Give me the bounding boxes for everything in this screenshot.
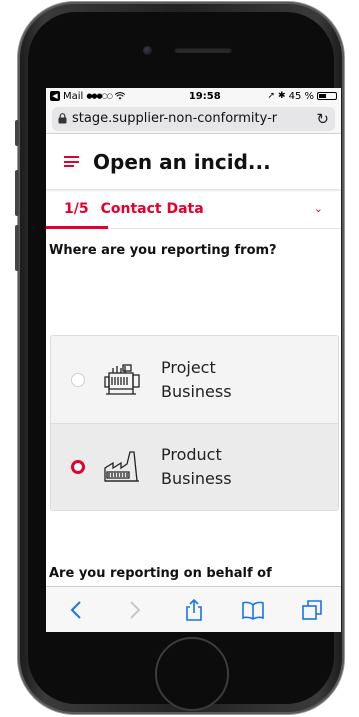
page-title: Open an incid... xyxy=(93,149,271,174)
safari-toolbar xyxy=(46,586,341,632)
battery-percent: 45 % xyxy=(288,90,314,102)
menu-icon[interactable] xyxy=(64,156,79,167)
chevron-down-icon[interactable]: ⌄ xyxy=(314,202,323,215)
back-icon[interactable] xyxy=(64,598,88,622)
back-to-app-icon[interactable]: ◀ xyxy=(50,91,60,101)
step-label: Contact Data xyxy=(100,200,204,217)
option-label: Project Business xyxy=(161,357,232,401)
carrier-label: Mail xyxy=(63,90,84,102)
home-button[interactable] xyxy=(155,637,229,711)
wifi-icon xyxy=(114,92,125,100)
bookmarks-icon[interactable] xyxy=(241,598,265,622)
step-number: 1/5 xyxy=(64,200,89,217)
safari-address-area: stage.supplier-non-conformity-r ↻ xyxy=(46,104,341,134)
address-bar[interactable]: stage.supplier-non-conformity-r ↻ xyxy=(52,106,335,131)
status-bar: ◀ Mail ●●●○○ 19:58 ➚ ✱ 45 % xyxy=(46,88,341,104)
forward-icon[interactable] xyxy=(123,598,147,622)
battery-icon xyxy=(317,92,337,100)
next-question-label: Are you reporting on behalf of xyxy=(49,566,272,581)
factory-icon xyxy=(104,451,139,482)
reload-icon[interactable]: ↻ xyxy=(316,110,329,128)
signal-icon: ●●●○○ xyxy=(86,92,113,100)
share-icon[interactable] xyxy=(182,598,206,622)
phone-screen: ◀ Mail ●●●○○ 19:58 ➚ ✱ 45 % stage.suppli… xyxy=(46,88,341,632)
reporting-options: Project Business Product Business xyxy=(50,335,339,511)
bluetooth-icon: ✱ xyxy=(278,91,286,101)
radio-project-business[interactable] xyxy=(71,372,85,387)
radio-product-business[interactable] xyxy=(71,460,85,474)
app-header: Open an incid... xyxy=(46,134,341,189)
factory-machine-icon xyxy=(104,363,140,395)
volume-up-button xyxy=(15,170,19,216)
step-selector[interactable]: 1/5 Contact Data ⌄ xyxy=(46,189,341,229)
option-label: Product Business xyxy=(161,445,232,488)
question-label: Where are you reporting from? xyxy=(49,243,277,258)
option-project-business[interactable]: Project Business xyxy=(51,336,338,423)
volume-down-button xyxy=(15,225,19,271)
front-camera xyxy=(143,46,152,55)
location-icon: ➚ xyxy=(267,91,276,101)
status-time: 19:58 xyxy=(188,90,221,102)
mute-switch xyxy=(15,120,19,146)
tabs-icon[interactable] xyxy=(300,598,324,622)
url-text: stage.supplier-non-conformity-r xyxy=(72,111,278,126)
battery-fill xyxy=(319,94,326,98)
earpiece-speaker xyxy=(174,47,232,53)
option-product-business[interactable]: Product Business xyxy=(51,423,338,510)
step-active-indicator xyxy=(46,226,108,229)
lock-icon xyxy=(58,113,67,124)
